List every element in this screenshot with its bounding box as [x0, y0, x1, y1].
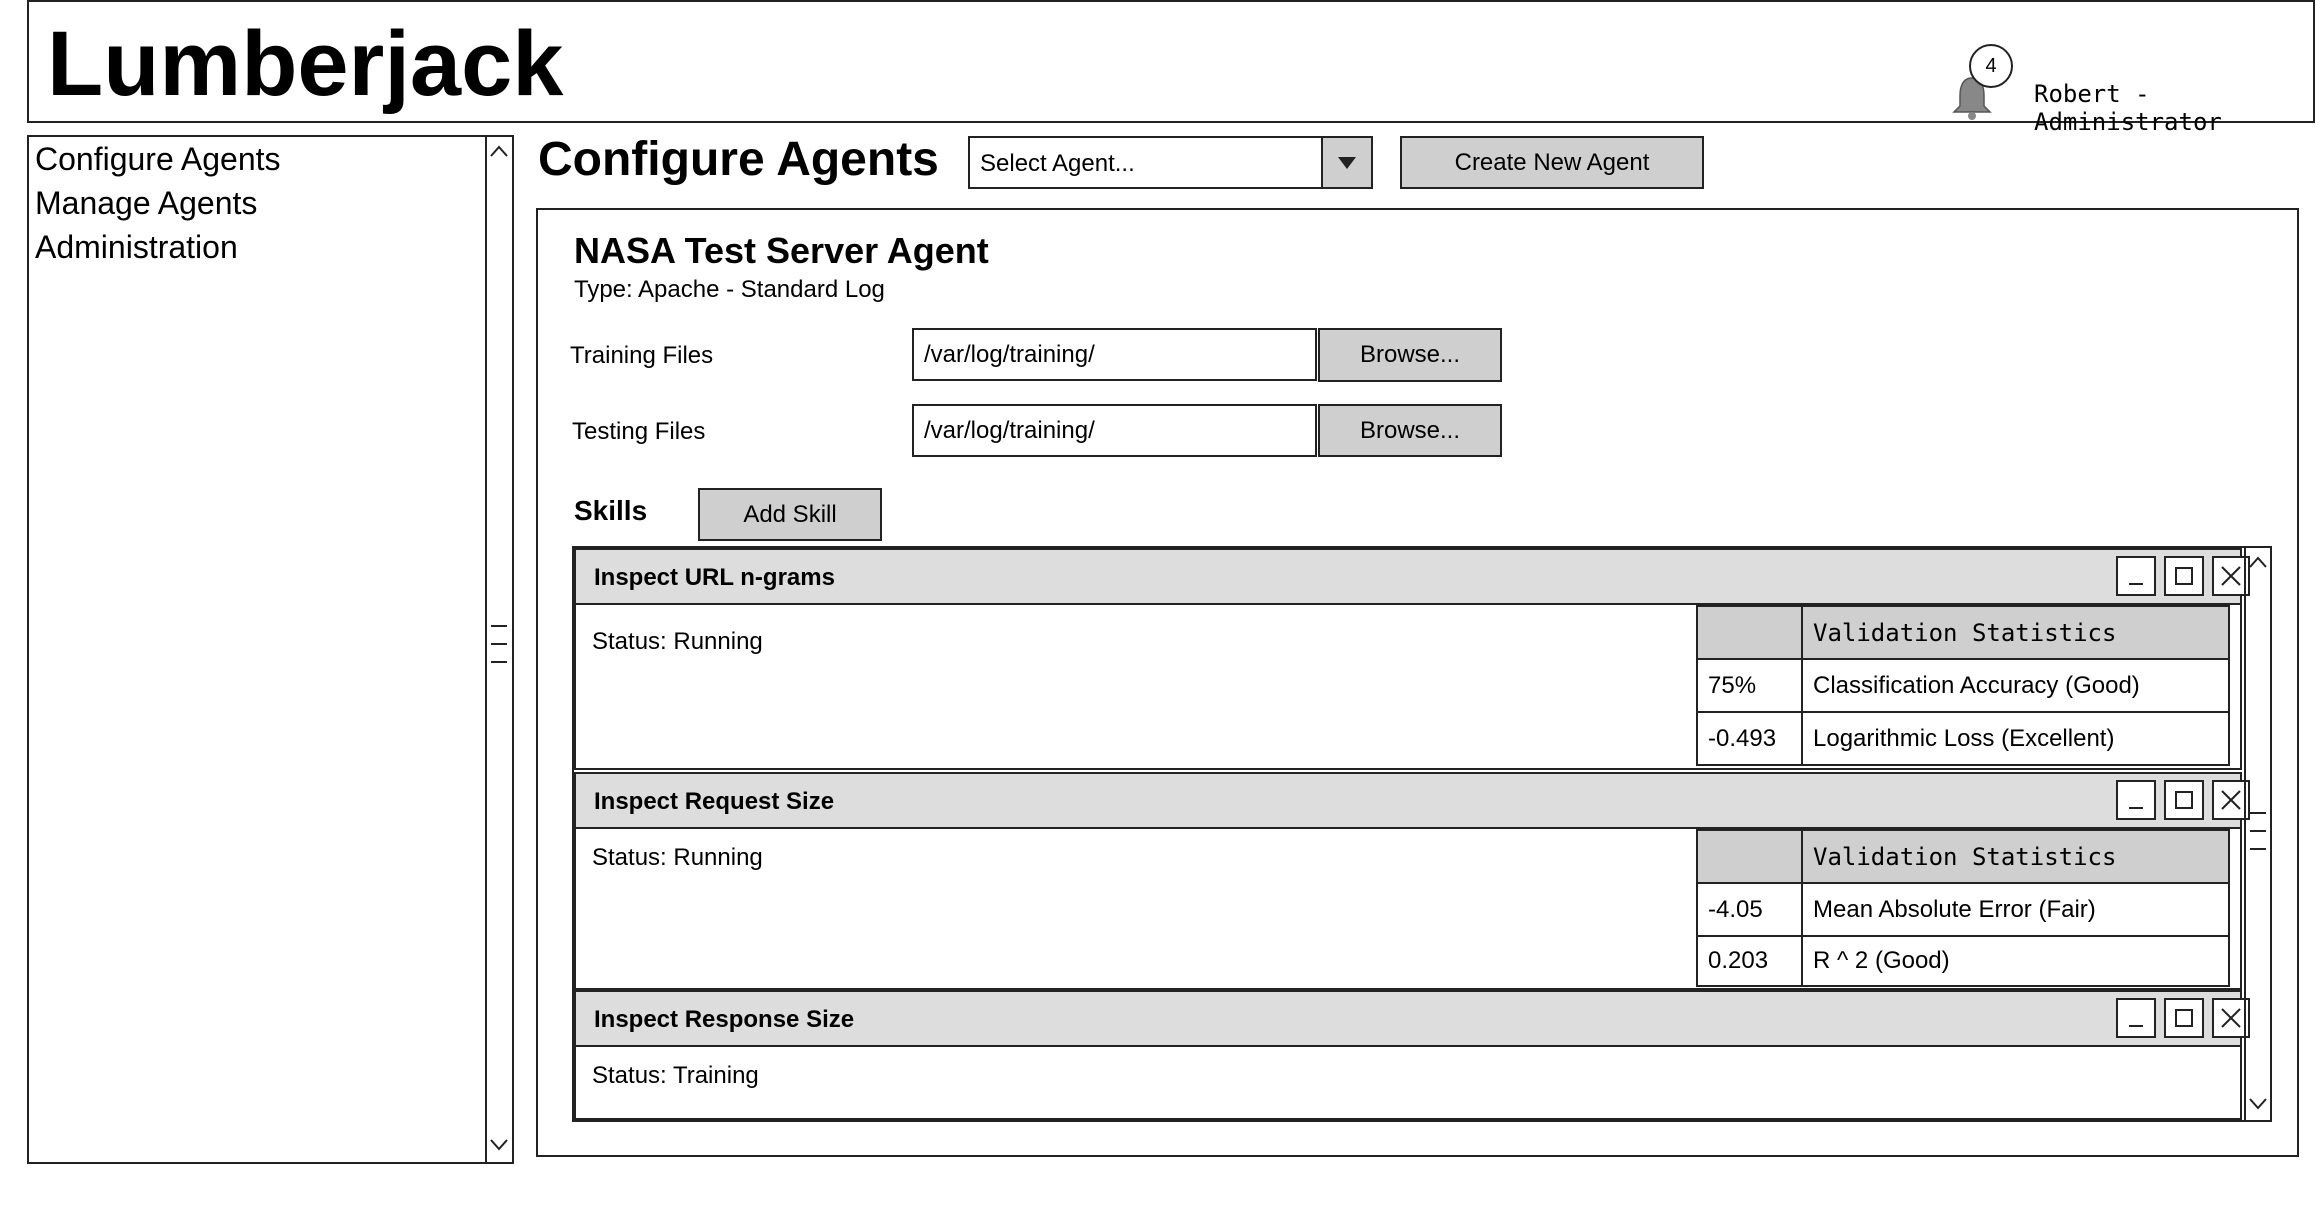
stat-value: 0.203: [1696, 935, 1803, 987]
stat-label: Classification Accuracy (Good): [1801, 658, 2230, 713]
user-name[interactable]: Robert - Administrator: [2034, 80, 2313, 136]
sidebar-item-configure-agents[interactable]: Configure Agents: [35, 141, 281, 178]
agent-select-toggle[interactable]: [1321, 138, 1371, 187]
skills-label: Skills: [574, 495, 648, 526]
page-title: Configure Agents: [538, 133, 939, 186]
stats-table: Validation Statistics 75% Classification…: [1696, 605, 2230, 770]
stat-label: Logarithmic Loss (Excellent): [1801, 711, 2230, 766]
agent-select[interactable]: Select Agent...: [968, 136, 1373, 189]
stat-value: -4.05: [1696, 882, 1803, 937]
training-files-label: Training Files: [570, 342, 714, 369]
scroll-grip-icon[interactable]: [2248, 810, 2268, 856]
stat-value: -0.493: [1696, 711, 1803, 766]
chevron-down-icon[interactable]: [2246, 1092, 2270, 1116]
scroll-grip-icon[interactable]: [489, 623, 509, 669]
maximize-icon[interactable]: [2164, 998, 2204, 1038]
stats-header-blank: [1696, 605, 1803, 660]
stats-header: Validation Statistics: [1801, 605, 2230, 660]
add-skill-button[interactable]: Add Skill: [698, 488, 882, 541]
sidebar-item-manage-agents[interactable]: Manage Agents: [35, 185, 257, 222]
skill-header[interactable]: Inspect Response Size: [576, 992, 2250, 1047]
stat-label: R ^ 2 (Good): [1801, 935, 2230, 987]
sidebar: Configure Agents Manage Agents Administr…: [27, 135, 514, 1164]
testing-browse-button[interactable]: Browse...: [1318, 404, 1502, 457]
training-files-input[interactable]: /var/log/training/: [912, 328, 1317, 381]
create-new-agent-button[interactable]: Create New Agent: [1400, 136, 1704, 189]
skill-title: Inspect Response Size: [594, 1006, 855, 1033]
skill-status: Status: Running: [592, 628, 763, 655]
stats-table: Validation Statistics -4.05 Mean Absolut…: [1696, 829, 2230, 989]
sidebar-scrollbar[interactable]: [485, 137, 512, 1162]
skill-title: Inspect URL n-grams: [594, 564, 835, 591]
skill-title: Inspect Request Size: [594, 788, 835, 815]
minimize-icon[interactable]: [2116, 556, 2156, 596]
skill-panel: Inspect Request Size Status: Running Val…: [574, 772, 2250, 990]
agent-name: NASA Test Server Agent: [574, 230, 989, 271]
minimize-icon[interactable]: [2116, 998, 2156, 1038]
maximize-icon[interactable]: [2164, 556, 2204, 596]
stats-header: Validation Statistics: [1801, 829, 2230, 884]
sidebar-item-administration[interactable]: Administration: [35, 229, 238, 266]
agent-panel: NASA Test Server Agent Type: Apache - St…: [536, 208, 2299, 1157]
stat-value: 75%: [1696, 658, 1803, 713]
app-header: Lumberjack 4 Robert - Administrator: [27, 0, 2315, 136]
stats-header-blank: [1696, 829, 1803, 884]
skill-header[interactable]: Inspect Request Size: [576, 774, 2250, 829]
testing-files-value: /var/log/training/: [924, 416, 1095, 444]
skill-status: Status: Training: [592, 1062, 759, 1089]
skill-header[interactable]: Inspect URL n-grams: [576, 550, 2250, 605]
skill-status: Status: Running: [592, 844, 763, 871]
skills-list: Inspect URL n-grams Status: Running Vali…: [572, 546, 2272, 1122]
skill-panel: Inspect URL n-grams Status: Running Vali…: [574, 548, 2250, 770]
skills-scrollbar[interactable]: [2244, 548, 2270, 1120]
training-files-value: /var/log/training/: [924, 340, 1095, 368]
agent-type: Type: Apache - Standard Log: [574, 276, 885, 303]
stat-label: Mean Absolute Error (Fair): [1801, 882, 2230, 937]
skill-panel: Inspect Response Size Status: Training: [574, 990, 2250, 1120]
chevron-down-icon[interactable]: [487, 1133, 511, 1157]
agent-select-value: Select Agent...: [980, 150, 1135, 177]
notification-bell[interactable]: 4: [1947, 44, 2017, 120]
chevron-up-icon[interactable]: [487, 139, 511, 163]
maximize-icon[interactable]: [2164, 780, 2204, 820]
app-title: Lumberjack: [47, 13, 564, 115]
notification-count: 4: [1969, 44, 2013, 88]
chevron-up-icon[interactable]: [2246, 550, 2270, 574]
caret-down-icon: [1338, 156, 1356, 169]
minimize-icon[interactable]: [2116, 780, 2156, 820]
testing-files-label: Testing Files: [572, 418, 706, 445]
testing-files-input[interactable]: /var/log/training/: [912, 404, 1317, 457]
training-browse-button[interactable]: Browse...: [1318, 328, 1502, 382]
